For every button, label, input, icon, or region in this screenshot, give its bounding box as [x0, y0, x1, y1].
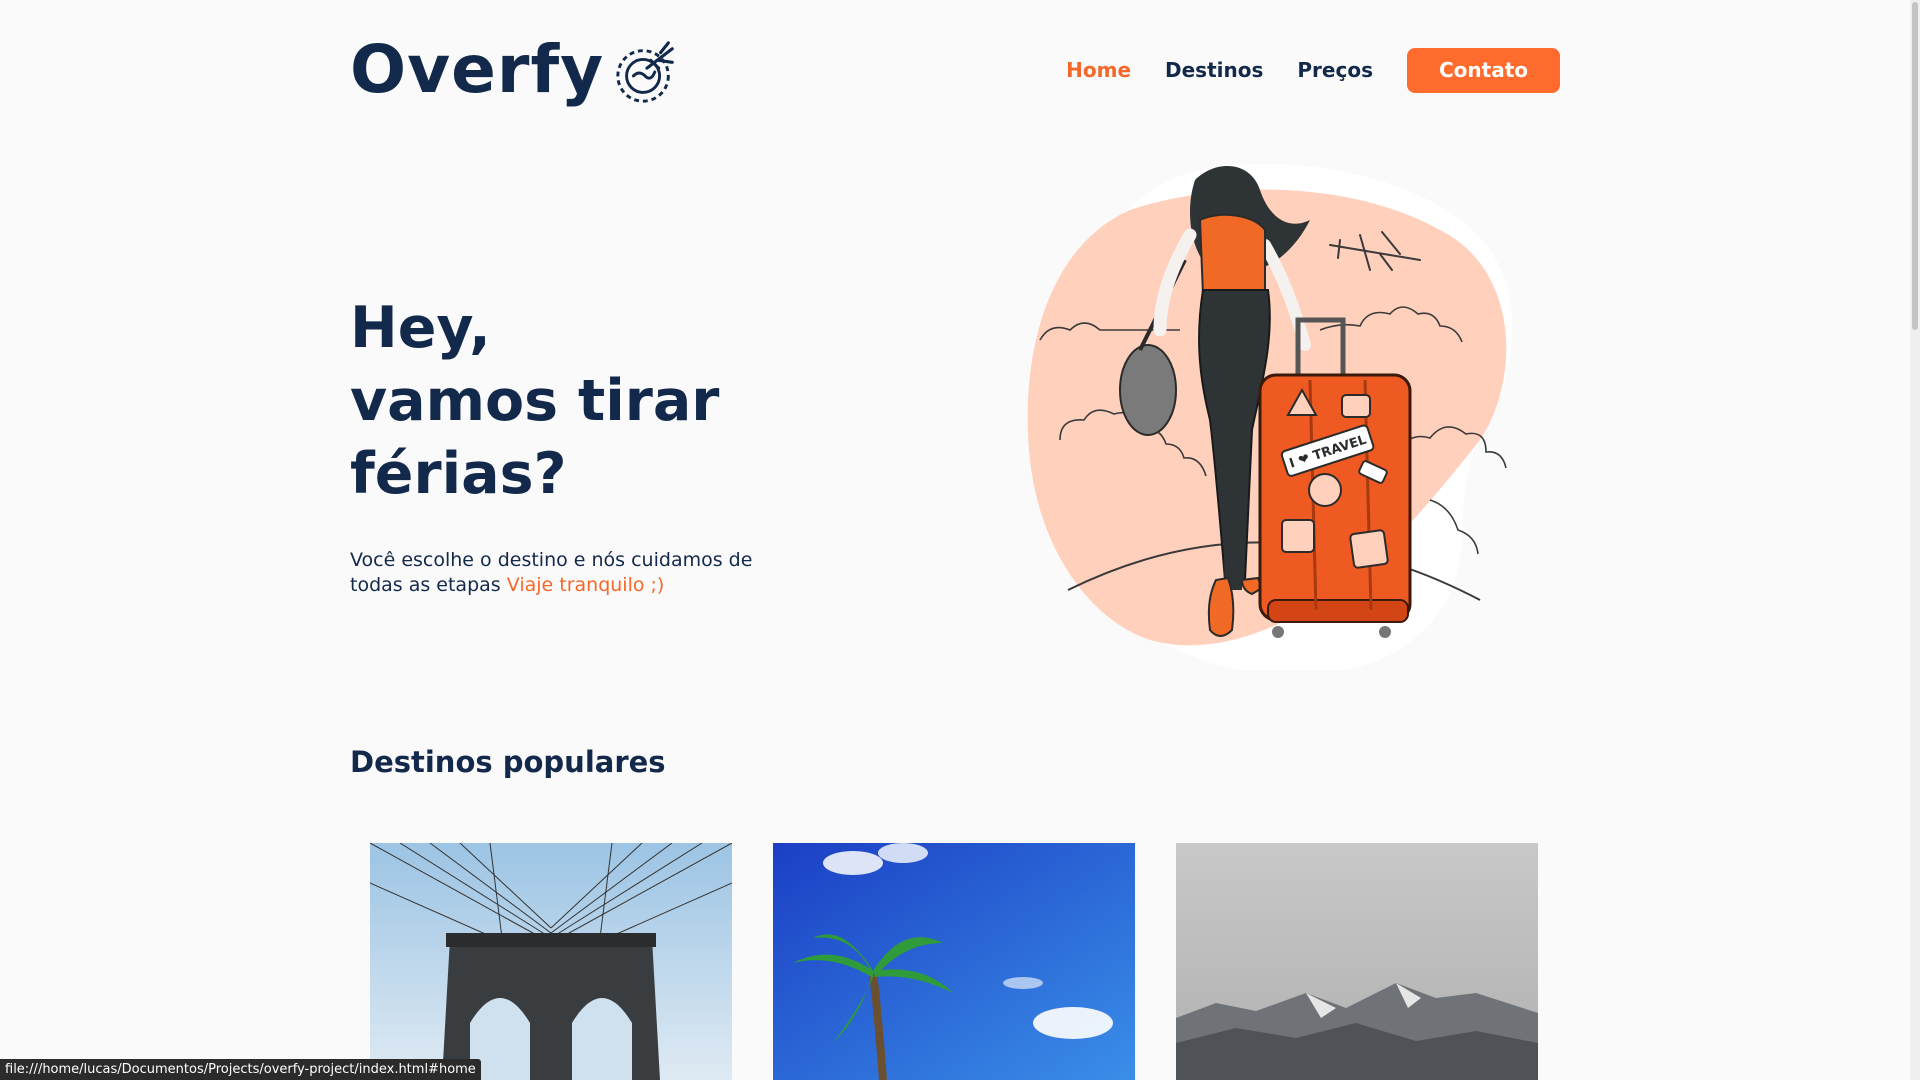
scrollbar-thumb[interactable]: [1912, 2, 1918, 330]
globe-plane-icon: [616, 41, 674, 103]
page-scrollbar[interactable]: [1910, 0, 1920, 1080]
destination-card-mountains[interactable]: [1176, 843, 1538, 1080]
hero-title-line: vamos tirar: [350, 368, 720, 434]
brooklyn-bridge-photo: [370, 843, 732, 1080]
brand-name: Overfy: [350, 31, 605, 108]
traveler-with-suitcase-illustration: I ❤ TRAVEL: [1027, 163, 1513, 670]
hero-title: Hey, vamos tirar férias?: [350, 292, 870, 511]
hero-title-line: férias?: [350, 441, 567, 507]
logo[interactable]: Overfy: [350, 33, 680, 107]
hero-description-accent: Viaje tranquilo ;): [506, 574, 665, 596]
misty-mountains-photo: [1176, 843, 1538, 1080]
site-header: Overfy Home Destinos Preços Contato: [350, 30, 1560, 110]
destination-card-beach[interactable]: [773, 843, 1135, 1080]
hero-description: Você escolhe o destino e nós cuidamos de…: [350, 548, 770, 598]
page: Overfy Home Destinos Preços Contato Hey,…: [0, 0, 1920, 1080]
destinations-title: Destinos populares: [350, 745, 666, 779]
nav-destinos[interactable]: Destinos: [1165, 58, 1263, 82]
destination-card-brooklyn[interactable]: [370, 843, 732, 1080]
nav-home[interactable]: Home: [1066, 58, 1131, 82]
palm-tree-sky-photo: [773, 843, 1135, 1080]
browser-status-url: file:///home/lucas/Documentos/Projects/o…: [0, 1059, 481, 1080]
nav-precos[interactable]: Preços: [1297, 58, 1373, 82]
contact-button[interactable]: Contato: [1406, 47, 1560, 93]
hero-title-line: Hey,: [350, 295, 491, 361]
main-nav: Home Destinos Preços Contato: [1066, 47, 1560, 93]
